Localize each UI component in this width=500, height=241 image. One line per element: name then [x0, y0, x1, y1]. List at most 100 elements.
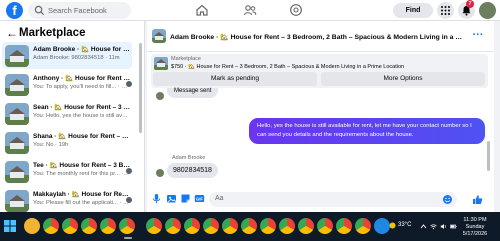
- top-navigation-bar: f Search Facebook Find friends: [0, 0, 500, 29]
- sender-name: Adam Brooke: [172, 155, 206, 161]
- chrome-icon[interactable]: [317, 218, 333, 234]
- conversation-item[interactable]: Adam Brooke · 🏡 House for Rent – 3 Bedro…: [2, 42, 132, 69]
- emoji-icon[interactable]: [442, 194, 453, 205]
- conversation-item[interactable]: Sean · 🏡 House for Rent – 3 Bedroom, 2 B…: [2, 100, 132, 127]
- search-icon: [34, 5, 45, 16]
- house-thumbnail: [5, 161, 29, 183]
- chat-header: Adam Brooke · 🏡 House for Rent – 3 Bedro…: [147, 21, 494, 52]
- house-thumbnail: [5, 103, 29, 125]
- chrome-icon[interactable]: [146, 218, 162, 234]
- file-explorer-icon[interactable]: [24, 218, 40, 234]
- conversation-item[interactable]: Tee · 🏡 House for Rent – 3 Bedroom, 2 Ba…: [2, 158, 132, 185]
- chrome-icon[interactable]: [355, 218, 371, 234]
- chrome-icon[interactable]: [184, 218, 200, 234]
- chrome-icon[interactable]: [279, 218, 295, 234]
- weather-icon[interactable]: [388, 221, 397, 230]
- listing-title[interactable]: $750 · 🏡 House for Rent – 3 Bedroom, 2 B…: [171, 64, 483, 70]
- conversation-snippet: You: The monthly rent for this pr... · 1…: [33, 171, 130, 177]
- read-receipt-avatar: [126, 81, 132, 87]
- sticker-icon[interactable]: [180, 193, 191, 204]
- like-icon[interactable]: [472, 194, 483, 205]
- mark-as-pending-button[interactable]: Mark as pending: [153, 72, 317, 86]
- photo-icon[interactable]: [166, 193, 177, 204]
- conversation-snippet: You: To apply, you'll need to fill... · …: [33, 84, 130, 90]
- marketplace-sidebar: ← Marketplace Adam Brooke · 🏡 House for …: [0, 21, 145, 212]
- system-clock[interactable]: 11:30 PM Sunday 5/17/2026: [459, 217, 491, 238]
- house-thumbnail: [5, 45, 29, 67]
- read-receipt-avatar: [126, 168, 132, 174]
- sender-avatar: [156, 169, 164, 177]
- weather-temperature[interactable]: 33°C: [398, 222, 411, 228]
- message-composer: GIF Aa: [147, 188, 494, 212]
- clock-date: 5/17/2026: [462, 231, 488, 237]
- home-icon[interactable]: [195, 3, 209, 17]
- message-placeholder: Aa: [215, 195, 224, 202]
- chrome-icon[interactable]: [222, 218, 238, 234]
- conversation-name: Makkaylah · 🏡 House for Rent – 3 Bedroom…: [33, 191, 130, 198]
- svg-text:GIF: GIF: [196, 196, 203, 201]
- conversation-snippet: Adam Brooke: 9802834518 · 11m: [33, 55, 120, 61]
- read-receipt-avatar: [126, 197, 132, 203]
- more-options-button[interactable]: More Options: [321, 72, 485, 86]
- profile-avatar[interactable]: [479, 2, 496, 19]
- incoming-message-bubble: 9802834518: [167, 163, 218, 178]
- house-thumbnail: [5, 74, 29, 96]
- message-input[interactable]: Aa: [209, 192, 457, 207]
- volume-icon[interactable]: [440, 223, 447, 230]
- chat-panel: Adam Brooke · 🏡 House for Rent – 3 Bedro…: [147, 21, 494, 212]
- marketplace-listing-card: Marketplace $750 · 🏡 House for Rent – 3 …: [151, 54, 488, 88]
- battery-icon[interactable]: [450, 223, 457, 230]
- windows-start-icon[interactable]: [4, 220, 16, 232]
- chevron-up-icon[interactable]: [420, 223, 427, 230]
- clock-day: Sunday: [465, 224, 485, 230]
- facebook-logo[interactable]: f: [6, 2, 23, 19]
- conversation-item[interactable]: Anthony · 🏡 House for Rent – 3 Bedroom, …: [2, 71, 132, 98]
- chrome-icon[interactable]: [43, 218, 59, 234]
- conversation-item[interactable]: Makkaylah · 🏡 House for Rent – 3 Bedroom…: [2, 187, 132, 212]
- conversation-snippet: You: No · 19h: [33, 142, 69, 148]
- notification-badge: 7: [466, 0, 474, 8]
- back-arrow-icon[interactable]: ←: [6, 26, 18, 40]
- chrome-icon[interactable]: [165, 218, 181, 234]
- grid-menu-icon: [441, 6, 450, 15]
- listing-thumbnail: [154, 57, 168, 70]
- conversation-name: Shana · 🏡 House for Rent – 3 Bedroom, 2 …: [33, 133, 130, 140]
- chrome-icon[interactable]: [298, 218, 314, 234]
- friends-icon[interactable]: [243, 3, 257, 17]
- chrome-icon[interactable]: [203, 218, 219, 234]
- conversation-snippet: You: Hello, yes the house is still avai.…: [33, 113, 130, 119]
- incoming-message-bubble: Message sent: [167, 88, 219, 98]
- sidebar-title: Marketplace: [19, 27, 86, 39]
- chrome-icon[interactable]: [62, 218, 78, 234]
- chrome-icon[interactable]: [260, 218, 276, 234]
- chrome-icon[interactable]: [336, 218, 352, 234]
- chrome-icon[interactable]: [119, 218, 135, 234]
- chat-title[interactable]: Adam Brooke · 🏡 House for Rent – 3 Bedro…: [170, 33, 465, 41]
- sidebar-scrollbar[interactable]: [139, 43, 142, 133]
- house-thumbnail: [5, 190, 29, 212]
- chrome-icon[interactable]: [100, 218, 116, 234]
- chrome-icon[interactable]: [241, 218, 257, 234]
- find-friends-button[interactable]: Find friends: [393, 3, 433, 29]
- menu-button[interactable]: [437, 2, 454, 19]
- gaming-icon[interactable]: [289, 3, 303, 17]
- windows-taskbar: 33°C 11:30 PM Sunday 5/17/2026: [0, 212, 500, 241]
- house-thumbnail: [5, 132, 29, 154]
- sender-avatar: [156, 92, 164, 100]
- chat-scrollbar[interactable]: [487, 141, 490, 171]
- more-icon[interactable]: ···: [470, 29, 486, 45]
- search-box[interactable]: Search Facebook: [28, 2, 131, 19]
- wifi-icon[interactable]: [430, 223, 437, 230]
- conversation-name: Adam Brooke · 🏡 House for Rent – 3 Bedro…: [33, 46, 130, 53]
- microphone-icon[interactable]: [151, 193, 162, 204]
- gif-icon[interactable]: GIF: [194, 193, 205, 204]
- chrome-icon[interactable]: [81, 218, 97, 234]
- marketplace-label: Marketplace: [171, 56, 201, 62]
- conversation-name: Anthony · 🏡 House for Rent – 3 Bedroom, …: [33, 75, 130, 82]
- conversation-name: Tee · 🏡 House for Rent – 3 Bedroom, 2 Ba…: [33, 162, 130, 169]
- search-placeholder: Search Facebook: [48, 6, 107, 15]
- conversation-snippet: You: Please fill out the applicati... · …: [33, 200, 130, 206]
- active-app-indicator: [124, 237, 132, 239]
- conversation-item[interactable]: Shana · 🏡 House for Rent – 3 Bedroom, 2 …: [2, 129, 132, 156]
- listing-thumbnail: [152, 29, 166, 43]
